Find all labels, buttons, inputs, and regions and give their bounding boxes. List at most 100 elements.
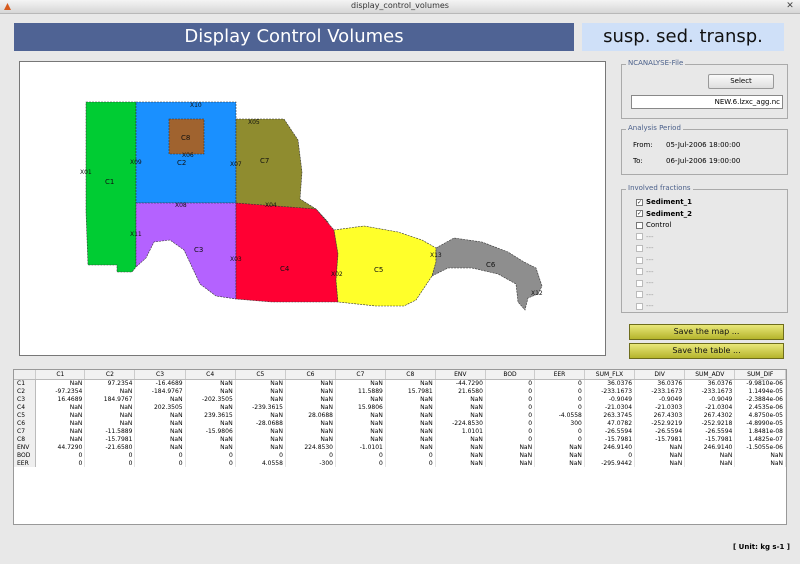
table-cell[interactable]: NaN: [335, 411, 386, 419]
table-cell[interactable]: -1.5055e-06: [734, 443, 786, 451]
table-cell[interactable]: 4.0558: [235, 459, 286, 467]
table-cell[interactable]: -16.4689: [134, 379, 186, 387]
checkbox-checked-icon[interactable]: ✓: [636, 198, 643, 206]
table-cell[interactable]: NaN: [634, 459, 686, 467]
table-cell[interactable]: -233.1673: [684, 387, 736, 395]
table-cell[interactable]: NaN: [285, 419, 337, 427]
table-cell[interactable]: -184.9767: [134, 387, 186, 395]
table-cell[interactable]: -11.5889: [84, 427, 136, 435]
table-cell[interactable]: NaN: [335, 435, 386, 443]
table-cell[interactable]: NaN: [285, 427, 337, 435]
table-cell[interactable]: -21.0304: [584, 403, 636, 411]
column-header[interactable]: SUM_FLX: [584, 370, 636, 380]
table-cell[interactable]: 36.0376: [584, 379, 636, 387]
table-cell[interactable]: NaN: [285, 403, 337, 411]
table-cell[interactable]: -295.9442: [584, 459, 636, 467]
table-cell[interactable]: 0: [485, 427, 536, 435]
table-cell[interactable]: -97.2354: [35, 387, 86, 395]
table-cell[interactable]: 21.6580: [435, 387, 486, 395]
table-cell[interactable]: NaN: [335, 427, 386, 435]
table-cell[interactable]: 11.5889: [335, 387, 386, 395]
table-cell[interactable]: -252.9219: [634, 419, 686, 427]
table-cell[interactable]: NaN: [185, 379, 236, 387]
table-cell[interactable]: -26.5594: [684, 427, 736, 435]
table-cell[interactable]: 263.3745: [584, 411, 636, 419]
table-cell[interactable]: -28.0688: [235, 419, 286, 427]
table-cell[interactable]: NaN: [734, 459, 786, 467]
column-header[interactable]: C5: [235, 370, 286, 380]
table-cell[interactable]: NaN: [84, 419, 136, 427]
table-cell[interactable]: -44.7290: [435, 379, 486, 387]
table-cell[interactable]: NaN: [185, 443, 236, 451]
table-cell[interactable]: NaN: [285, 435, 337, 443]
table-cell[interactable]: -239.3615: [235, 403, 286, 411]
fraction-checkbox[interactable]: ✓ Sediment_2: [636, 209, 692, 219]
table-cell[interactable]: 0: [185, 459, 236, 467]
table-cell[interactable]: 239.3615: [185, 411, 236, 419]
table-cell[interactable]: 246.9140: [684, 443, 736, 451]
table-cell[interactable]: 0: [134, 459, 186, 467]
table-cell[interactable]: -0.9049: [634, 395, 686, 403]
table-cell[interactable]: 0: [335, 459, 386, 467]
table-cell[interactable]: NaN: [84, 411, 136, 419]
column-header[interactable]: EER: [534, 370, 585, 380]
table-cell[interactable]: 28.0688: [285, 411, 337, 419]
table-cell[interactable]: -0.9049: [584, 395, 636, 403]
table-cell[interactable]: -26.5594: [634, 427, 686, 435]
table-cell[interactable]: -202.3505: [185, 395, 236, 403]
table-cell[interactable]: NaN: [35, 379, 86, 387]
table-cell[interactable]: NaN: [335, 395, 386, 403]
table-cell[interactable]: NaN: [134, 395, 186, 403]
table-cell[interactable]: NaN: [385, 427, 436, 435]
column-header[interactable]: C4: [185, 370, 236, 380]
table-cell[interactable]: -1.0101: [335, 443, 386, 451]
table-cell[interactable]: NaN: [485, 459, 536, 467]
table-cell[interactable]: 267.4302: [684, 411, 736, 419]
table-cell[interactable]: 0: [584, 451, 636, 459]
table-cell[interactable]: NaN: [435, 411, 486, 419]
table-cell[interactable]: NaN: [485, 451, 536, 459]
table-cell[interactable]: NaN: [485, 443, 536, 451]
table-cell[interactable]: 0: [235, 451, 286, 459]
table-cell[interactable]: NaN: [435, 395, 486, 403]
table-cell[interactable]: 1.4825e-07: [734, 435, 786, 443]
table-cell[interactable]: -21.6580: [84, 443, 136, 451]
table-cell[interactable]: NaN: [435, 451, 486, 459]
table-cell[interactable]: 0: [285, 451, 337, 459]
table-cell[interactable]: 202.3505: [134, 403, 186, 411]
table-cell[interactable]: -300: [285, 459, 337, 467]
table-cell[interactable]: NaN: [134, 443, 186, 451]
table-cell[interactable]: NaN: [185, 435, 236, 443]
table-cell[interactable]: NaN: [235, 427, 286, 435]
table-cell[interactable]: NaN: [435, 435, 486, 443]
table-cell[interactable]: -4.0558: [534, 411, 585, 419]
table-cell[interactable]: -15.7981: [684, 435, 736, 443]
table-cell[interactable]: NaN: [385, 403, 436, 411]
table-cell[interactable]: NaN: [634, 451, 686, 459]
column-header[interactable]: SUM_DIF: [734, 370, 786, 380]
table-cell[interactable]: NaN: [335, 379, 386, 387]
table-cell[interactable]: -21.0303: [634, 403, 686, 411]
table-cell[interactable]: 0: [84, 459, 136, 467]
table-cell[interactable]: 0: [534, 395, 585, 403]
table-cell[interactable]: NaN: [134, 435, 186, 443]
table-cell[interactable]: 0: [35, 459, 86, 467]
table-cell[interactable]: NaN: [235, 435, 286, 443]
table-cell[interactable]: NaN: [35, 403, 86, 411]
table-cell[interactable]: -2.3884e-06: [734, 395, 786, 403]
table-cell[interactable]: NaN: [684, 459, 736, 467]
table-cell[interactable]: 0: [485, 395, 536, 403]
table-cell[interactable]: -0.9049: [684, 395, 736, 403]
close-icon[interactable]: ✕: [784, 1, 796, 12]
table-cell[interactable]: 0: [534, 427, 585, 435]
column-header[interactable]: C3: [134, 370, 186, 380]
table-cell[interactable]: NaN: [35, 435, 86, 443]
table-cell[interactable]: -15.7981: [584, 435, 636, 443]
table-cell[interactable]: NaN: [435, 459, 486, 467]
table-cell[interactable]: 0: [385, 459, 436, 467]
table-cell[interactable]: 16.4689: [35, 395, 86, 403]
table-cell[interactable]: 2.4535e-06: [734, 403, 786, 411]
table-cell[interactable]: 15.7981: [385, 387, 436, 395]
table-cell[interactable]: -4.8990e-05: [734, 419, 786, 427]
fraction-checkbox[interactable]: ✓ Sediment_1: [636, 197, 692, 207]
